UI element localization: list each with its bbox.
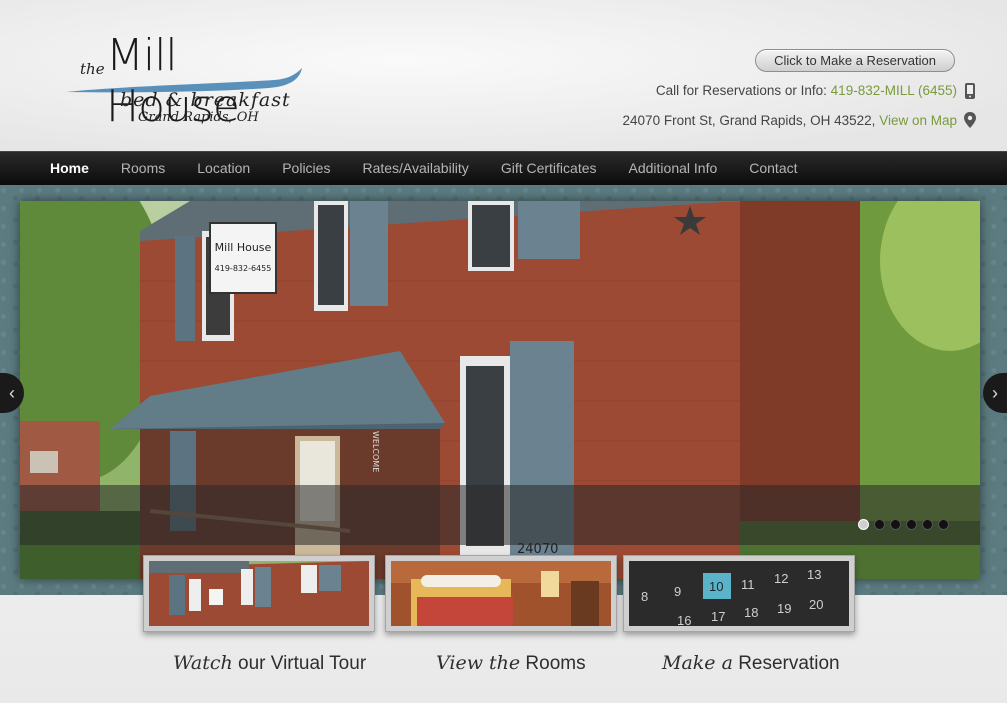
nav-item-additional-info[interactable]: Additional Info	[613, 152, 734, 186]
sign-phone-text: 419-832-6455	[215, 264, 272, 273]
phone-number-link[interactable]: 419-832-MILL (6455)	[831, 83, 957, 98]
view-rooms-script: View the	[436, 652, 521, 674]
view-rooms-link[interactable]: View the Rooms	[436, 652, 586, 675]
calendar-day: 12	[774, 571, 788, 586]
mobile-phone-icon	[965, 83, 975, 99]
slide-dot[interactable]	[858, 519, 869, 530]
site-header: the Mill House bed & breakfast Grand Rap…	[0, 0, 1007, 151]
virtual-tour-link[interactable]: Watch our Virtual Tour	[173, 652, 366, 675]
map-pin-icon	[964, 112, 976, 128]
rooms-thumbnail[interactable]	[385, 555, 617, 632]
nav-item-rates-availability[interactable]: Rates/Availability	[346, 152, 484, 186]
calendar-day: 19	[777, 601, 791, 616]
site-logo[interactable]: the Mill House bed & breakfast Grand Rap…	[64, 30, 314, 132]
logo-the: the	[80, 60, 105, 78]
nav-item-rooms[interactable]: Rooms	[105, 152, 181, 186]
calendar-day: 20	[809, 597, 823, 612]
nav-item-location[interactable]: Location	[181, 152, 266, 186]
reservation-calendar-thumbnail[interactable]: 8 9 10 11 12 13 16 17 18 19 20	[623, 555, 855, 632]
nav-list: Home Rooms Location Policies Rates/Availabil…	[34, 152, 814, 186]
slide-dot[interactable]	[874, 519, 885, 530]
welcome-porch-text: WELCOME	[371, 431, 380, 472]
phone-prefix: Call for Reservations or Info:	[655, 83, 827, 98]
calendar-day: 9	[674, 584, 681, 599]
nav-item-gift-certificates[interactable]: Gift Certificates	[485, 152, 613, 186]
calendar-day: 10	[709, 579, 723, 594]
phone-line: Call for Reservations or Info: 419-832-M…	[656, 83, 957, 98]
slide-dot[interactable]	[938, 519, 949, 530]
slide-dot[interactable]	[906, 519, 917, 530]
calendar-day: 18	[744, 605, 758, 620]
main-nav: Home Rooms Location Policies Rates/Availabil…	[0, 151, 1007, 185]
calendar-day: 13	[807, 567, 821, 582]
nav-item-contact[interactable]: Contact	[733, 152, 813, 186]
virtual-tour-script: Watch	[173, 652, 233, 674]
view-rooms-text: Rooms	[525, 653, 586, 674]
slide-pager	[858, 519, 949, 530]
street-address: 24070 Front St, Grand Rapids, OH 43522,	[622, 113, 876, 128]
make-reservation-text: Reservation	[738, 653, 840, 674]
calendar-day: 16	[677, 613, 691, 626]
nav-item-policies[interactable]: Policies	[266, 152, 346, 186]
slide-dot[interactable]	[922, 519, 933, 530]
make-reservation-script: Make a	[662, 652, 733, 674]
calendar-day: 11	[741, 577, 755, 592]
sign-name-text: Mill House	[215, 241, 272, 254]
calendar-day: 8	[641, 589, 648, 604]
make-reservation-button[interactable]: Click to Make a Reservation	[755, 49, 955, 72]
virtual-tour-thumbnail[interactable]	[143, 555, 375, 632]
logo-city: Grand Rapids, OH	[138, 110, 259, 125]
calendar-day: 17	[711, 609, 725, 624]
logo-tagline: bed & breakfast	[120, 89, 291, 111]
slide-dot[interactable]	[890, 519, 901, 530]
view-on-map-link[interactable]: View on Map	[879, 113, 957, 128]
address-line: 24070 Front St, Grand Rapids, OH 43522, …	[623, 113, 957, 128]
virtual-tour-text: our Virtual Tour	[238, 653, 367, 674]
slide-caption-band	[20, 485, 980, 545]
make-reservation-link[interactable]: Make a Reservation	[662, 652, 840, 675]
nav-item-home[interactable]: Home	[34, 152, 105, 186]
